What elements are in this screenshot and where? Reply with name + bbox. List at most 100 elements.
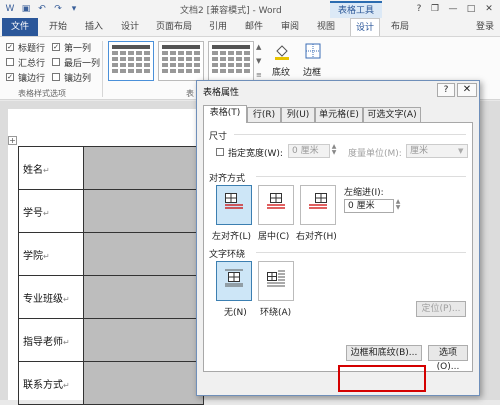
row-label: 学院: [23, 250, 43, 262]
size-section-title: 尺寸: [209, 132, 228, 142]
tab-file[interactable]: 文件: [2, 18, 38, 36]
paragraph-mark-icon: ↵: [63, 294, 70, 304]
redo-icon[interactable]: ↷: [52, 3, 64, 15]
option-label: 汇总行: [18, 59, 46, 69]
borders-button[interactable]: 边框: [300, 41, 326, 85]
tab-mailings[interactable]: 邮件: [240, 18, 268, 36]
align-center-label: 居中(C): [258, 232, 290, 242]
paragraph-mark-icon: ↵: [43, 165, 50, 175]
checkbox-first-column[interactable]: ✓: [52, 43, 60, 51]
tab-column[interactable]: 列(U): [281, 107, 315, 122]
annotation-highlight-box: [338, 365, 426, 392]
checkbox-banded-rows[interactable]: ✓: [6, 73, 14, 81]
section-divider: [256, 252, 466, 253]
row-label-cell[interactable]: 联系方式↵: [18, 361, 84, 405]
word-icon: W: [5, 4, 15, 14]
paragraph-mark-icon: ↵: [63, 337, 70, 347]
row-label-cell[interactable]: 学号↵: [18, 189, 84, 233]
row-label-cell[interactable]: 姓名↵: [18, 146, 84, 190]
width-input[interactable]: 0 厘米: [288, 144, 330, 158]
dialog-title: 表格属性: [203, 88, 240, 98]
positioning-button[interactable]: 定位(P)...: [416, 301, 466, 317]
dialog-help-button[interactable]: ?: [437, 83, 455, 97]
tab-table-layout[interactable]: 布局: [386, 18, 414, 36]
row-label-cell[interactable]: 学院↵: [18, 232, 84, 276]
specify-width-checkbox[interactable]: [216, 148, 224, 156]
gallery-scroll-down-icon[interactable]: ▼: [256, 57, 261, 65]
indent-spinner-icon[interactable]: ▲ ▼: [394, 199, 402, 213]
width-spinner-icon[interactable]: ▲ ▼: [330, 144, 338, 158]
tab-design-doc[interactable]: 设计: [116, 18, 144, 36]
align-center-button[interactable]: [258, 185, 294, 225]
left-indent-input[interactable]: 0 厘米: [344, 199, 394, 213]
undo-icon[interactable]: ↶: [36, 3, 48, 15]
option-label: 第一列: [64, 44, 92, 54]
table-row[interactable]: 姓名↵: [18, 146, 204, 190]
row-value-cell[interactable]: [83, 189, 204, 233]
option-label: 标题行: [18, 44, 46, 54]
dialog-close-button[interactable]: ✕: [457, 83, 477, 97]
row-value-cell[interactable]: [83, 275, 204, 319]
row-label: 学号: [23, 207, 43, 219]
align-right-icon: [309, 193, 327, 209]
checkbox-header-row[interactable]: ✓: [6, 43, 14, 51]
help-button[interactable]: ?: [412, 3, 426, 15]
document-table[interactable]: 姓名↵ 学号↵ 学院↵ 专业班级↵ 指导老师↵ 联系方式↵: [18, 146, 204, 405]
table-row[interactable]: 学号↵: [18, 189, 204, 233]
table-row[interactable]: 专业班级↵: [18, 275, 204, 319]
tab-table[interactable]: 表格(T): [203, 105, 247, 123]
maximize-button[interactable]: □: [464, 3, 478, 15]
save-icon[interactable]: ▣: [20, 3, 32, 15]
gallery-more-icon[interactable]: ≡: [256, 71, 262, 79]
row-value-cell[interactable]: [83, 146, 204, 190]
tab-cell[interactable]: 单元格(E): [315, 107, 363, 122]
borders-icon: [305, 43, 321, 59]
wrap-around-button[interactable]: [258, 261, 294, 301]
row-label-cell[interactable]: 专业班级↵: [18, 275, 84, 319]
checkbox-banded-columns[interactable]: [52, 73, 60, 81]
close-window-button[interactable]: ✕: [482, 3, 496, 15]
tab-table-design[interactable]: 设计: [350, 18, 380, 36]
wrap-section-title: 文字环绕: [209, 250, 246, 260]
align-left-button[interactable]: [216, 185, 252, 225]
checkbox-last-column[interactable]: [52, 58, 60, 66]
tab-insert[interactable]: 插入: [80, 18, 108, 36]
table-row[interactable]: 联系方式↵: [18, 361, 204, 405]
row-value-cell[interactable]: [83, 318, 204, 362]
minimize-button[interactable]: —: [446, 3, 460, 15]
option-label: 镶边行: [18, 74, 46, 84]
sign-in-link[interactable]: 登录: [476, 18, 494, 36]
row-value-cell[interactable]: [83, 232, 204, 276]
gallery-scroll-up-icon[interactable]: ▲: [256, 43, 261, 51]
table-move-handle-icon[interactable]: +: [8, 136, 17, 145]
tab-review[interactable]: 审阅: [276, 18, 304, 36]
table-row[interactable]: 指导老师↵: [18, 318, 204, 362]
checkbox-total-row[interactable]: [6, 58, 14, 66]
group-divider: [102, 41, 103, 97]
tab-view[interactable]: 视图: [312, 18, 340, 36]
option-label: 最后一列: [64, 59, 101, 69]
align-right-button[interactable]: [300, 185, 336, 225]
tab-home[interactable]: 开始: [44, 18, 72, 36]
table-style-grid[interactable]: [158, 41, 204, 81]
table-style-list[interactable]: [208, 41, 254, 81]
tab-page-layout[interactable]: 页面布局: [152, 18, 196, 36]
tab-row[interactable]: 行(R): [247, 107, 281, 122]
options-button[interactable]: 选项(O)...: [428, 345, 468, 372]
tab-references[interactable]: 引用: [204, 18, 232, 36]
row-value-cell[interactable]: [83, 361, 204, 405]
wrap-none-button[interactable]: [216, 261, 252, 301]
restore-ribbon-button[interactable]: ❐: [428, 3, 442, 15]
document-title: 文档2 [兼容模式] - Word: [180, 6, 282, 16]
tab-alt-text[interactable]: 可选文字(A): [363, 107, 421, 122]
measure-in-label: 度量单位(M):: [348, 149, 402, 159]
shading-button[interactable]: 底纹: [270, 41, 294, 85]
chevron-down-icon[interactable]: ▼: [458, 147, 463, 155]
customize-qat-icon[interactable]: ▾: [68, 3, 80, 15]
row-label-cell[interactable]: 指导老师↵: [18, 318, 84, 362]
borders-shading-button[interactable]: 边框和底纹(B)...: [346, 345, 422, 361]
wrap-none-label: 无(N): [224, 308, 247, 318]
paint-bucket-icon: [275, 45, 289, 60]
table-style-plain[interactable]: [108, 41, 154, 81]
table-row[interactable]: 学院↵: [18, 232, 204, 276]
